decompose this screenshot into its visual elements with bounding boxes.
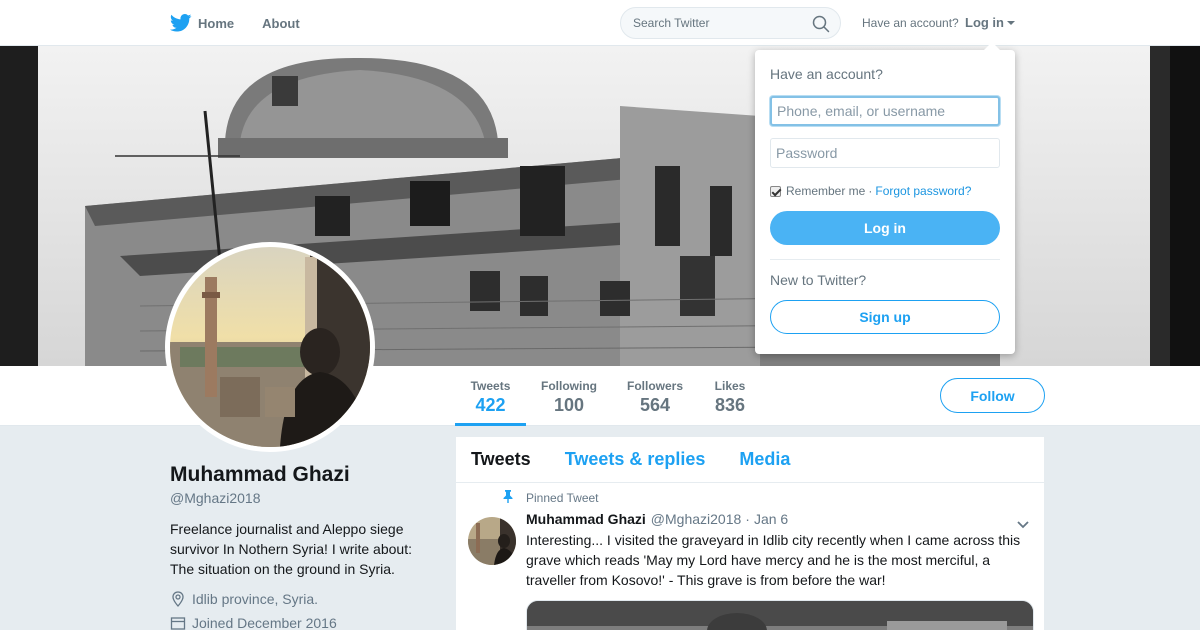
profile-name[interactable]: Muhammad Ghazi [170,463,440,487]
username-field[interactable] [770,96,1000,126]
stat-tweets[interactable]: Tweets 422 [455,366,526,426]
calendar-icon [170,615,186,630]
stat-label: Following [541,379,597,393]
login-dropdown: Have an account? Remember me · Forgot pa… [755,42,1015,354]
tab-tweets[interactable]: Tweets [471,449,531,470]
tweet-author-name[interactable]: Muhammad Ghazi [526,511,646,527]
pinned-label: Pinned Tweet [526,491,599,505]
nav-home-link[interactable]: Home [198,16,234,31]
tweet-separator: · [745,511,750,527]
pin-icon [502,490,518,506]
timeline-tabs: Tweets Tweets & replies Media [456,437,1044,483]
nav-left-group: Home About [170,0,328,46]
tweet-text: Interesting... I visited the graveyard i… [526,532,1021,588]
avatar-image [170,247,370,447]
remember-me-checkbox[interactable] [770,185,781,197]
profile-joined: Joined December 2016 [170,615,440,630]
caret-down-icon [1007,20,1015,25]
follow-button[interactable]: Follow [940,378,1045,413]
stat-following[interactable]: Following 100 [536,366,602,426]
tweet-avatar[interactable] [468,517,516,565]
profile-handle[interactable]: @Mghazi2018 [170,490,440,506]
stat-value: 836 [714,395,746,415]
tweet-author-handle[interactable]: @Mghazi2018 [651,511,742,527]
tweet-header: Muhammad Ghazi @Mghazi2018 · Jan 6 [526,511,1034,527]
search-input[interactable] [621,8,801,38]
tweet-media-image[interactable] [526,600,1034,630]
login-button[interactable]: Log in [770,211,1000,245]
password-field[interactable] [770,138,1000,168]
top-navigation-bar: Home About Have an account? Log in [0,0,1200,46]
chevron-down-icon[interactable] [1016,517,1030,529]
stat-likes[interactable]: Likes 836 [707,366,753,426]
pinned-indicator: Pinned Tweet [502,490,1034,506]
tweet-timestamp[interactable]: Jan 6 [754,511,788,527]
remember-me-row: Remember me · Forgot password? [770,184,1000,198]
new-to-twitter-text: New to Twitter? [770,272,867,288]
signup-button[interactable]: Sign up [770,300,1000,334]
tab-media[interactable]: Media [739,449,790,470]
tweet[interactable]: Pinned Tweet Muhammad Ghazi @Mghazi2018 … [456,483,1044,630]
stat-label: Followers [626,379,683,393]
stat-followers[interactable]: Followers 564 [622,366,688,426]
profile-location: Idlib province, Syria. [170,591,440,607]
stat-value: 100 [553,395,585,415]
twitter-bird-icon[interactable] [170,12,192,34]
login-toggle-label: Log in [965,15,1004,30]
stat-value: 422 [475,395,506,415]
login-dropdown-toggle[interactable]: Log in [965,15,1015,30]
stat-value: 564 [639,395,671,415]
profile-avatar[interactable] [165,242,375,452]
magnifier-icon[interactable] [812,15,830,33]
joined-text: Joined December 2016 [192,615,337,630]
login-dropdown-title: Have an account? [770,66,883,82]
stat-label: Likes [714,379,746,393]
profile-card: Muhammad Ghazi @Mghazi2018 Freelance jou… [170,460,440,630]
search-box [620,7,841,39]
location-text: Idlib province, Syria. [192,591,319,607]
have-account-text: Have an account? [862,16,959,30]
dropdown-divider [770,259,1000,260]
nav-about-link[interactable]: About [262,16,300,31]
stat-label: Tweets [470,379,511,393]
profile-bio: Freelance journalist and Aleppo siege su… [170,521,412,577]
tab-tweets-and-replies[interactable]: Tweets & replies [565,449,706,470]
forgot-password-link[interactable]: Forgot password? [875,184,971,198]
map-pin-icon [170,591,186,607]
timeline: Tweets Tweets & replies Media Pinned Twe… [456,437,1044,630]
remember-separator: · [868,184,873,198]
remember-me-label[interactable]: Remember me [786,184,865,198]
